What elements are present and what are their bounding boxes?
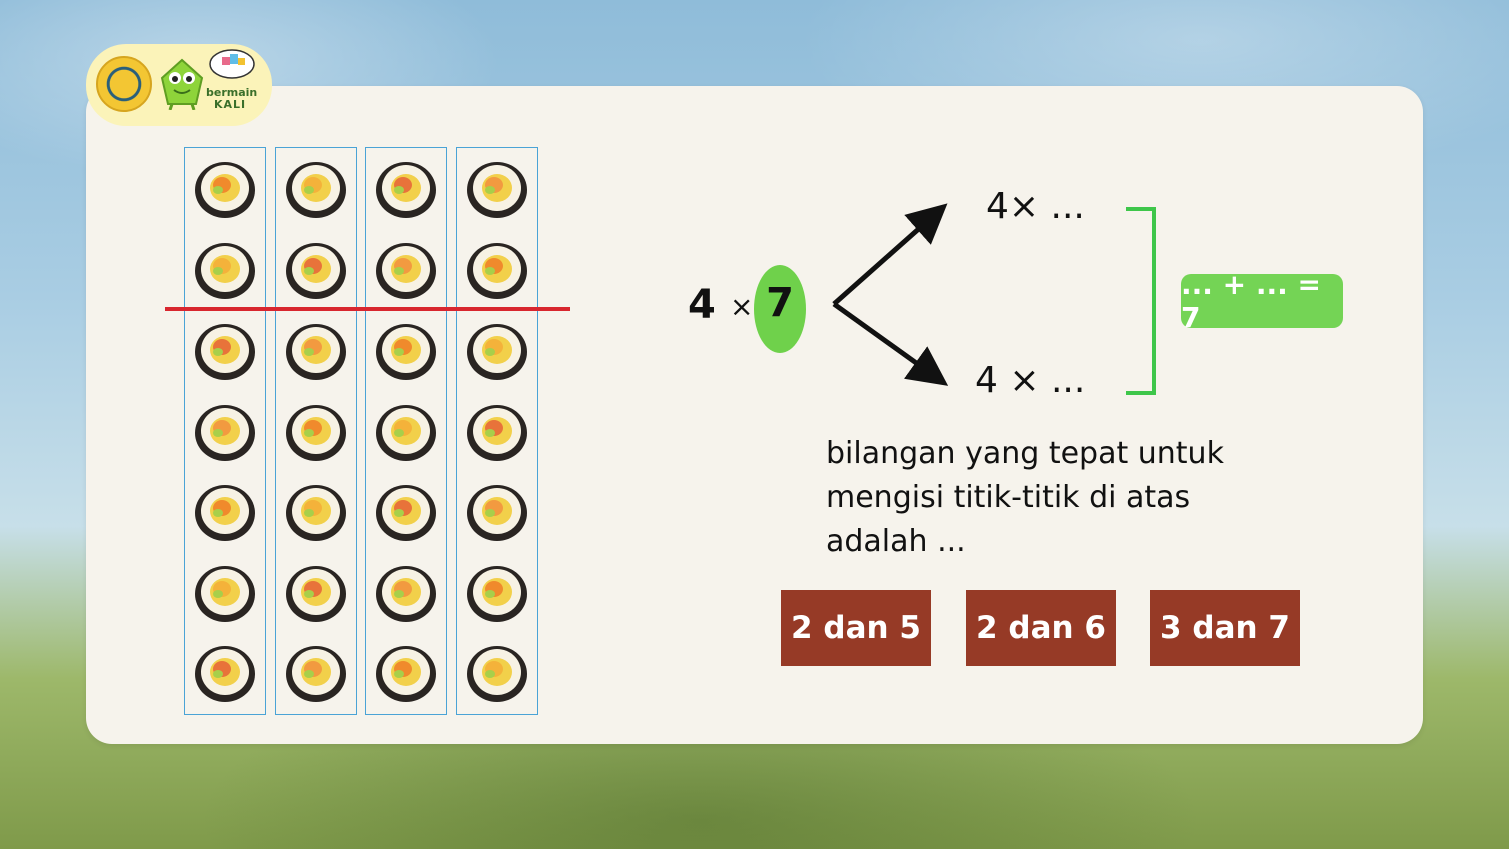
sushi-roll-icon [195, 162, 255, 218]
sushi-roll-icon [195, 405, 255, 461]
sushi-roll-icon [376, 485, 436, 541]
sushi-roll-icon [195, 566, 255, 622]
left-factor: 4 [688, 282, 716, 328]
sushi-roll-icon [286, 324, 346, 380]
bracket [1126, 207, 1156, 395]
arrow-down [832, 301, 949, 386]
multiply-sign: × [730, 290, 754, 323]
sushi-roll-icon [195, 324, 255, 380]
sushi-roll-icon [467, 243, 527, 299]
sushi-roll-icon [376, 324, 436, 380]
answer-button-1[interactable]: 2 dan 5 [781, 590, 931, 666]
thought-bubble-icon [209, 49, 255, 79]
sushi-roll-icon [286, 646, 346, 702]
sum-hint-box: ... + ... = 7 [1181, 268, 1343, 334]
sushi-roll-icon [286, 162, 346, 218]
question-line: mengisi titik-titik di atas [826, 480, 1191, 515]
sushi-roll-icon [467, 405, 527, 461]
sushi-roll-icon [376, 646, 436, 702]
sushi-roll-icon [376, 566, 436, 622]
sushi-roll-icon [195, 243, 255, 299]
ministry-emblem-icon [96, 56, 152, 112]
sushi-roll-icon [376, 405, 436, 461]
question-line: bilangan yang tepat untuk [826, 436, 1224, 471]
arrow-up [832, 203, 948, 306]
split-line [165, 307, 570, 311]
brand-text-bottom: KALI [214, 98, 247, 111]
question-line: adalah ... [826, 524, 966, 559]
sushi-roll-icon [286, 405, 346, 461]
sushi-roll-icon [195, 646, 255, 702]
right-factor: 7 [766, 280, 794, 326]
sushi-roll-icon [467, 566, 527, 622]
branch-bottom-expression: 4 × ... [975, 360, 1086, 401]
sushi-roll-icon [467, 324, 527, 380]
sushi-roll-icon [195, 485, 255, 541]
sushi-roll-icon [467, 162, 527, 218]
answer-button-2[interactable]: 2 dan 6 [966, 590, 1116, 666]
branch-arrows [832, 203, 949, 386]
sushi-roll-icon [467, 485, 527, 541]
sushi-roll-icon [467, 646, 527, 702]
sushi-roll-icon [376, 243, 436, 299]
sushi-roll-icon [286, 566, 346, 622]
sushi-roll-icon [286, 485, 346, 541]
branch-top-expression: 4× ... [986, 186, 1085, 227]
mascot-icon [160, 58, 204, 110]
answer-button-3[interactable]: 3 dan 7 [1150, 590, 1300, 666]
sushi-roll-icon [286, 243, 346, 299]
question-text: bilangan yang tepat untuk mengisi titik-… [826, 432, 1286, 564]
sushi-roll-icon [376, 162, 436, 218]
